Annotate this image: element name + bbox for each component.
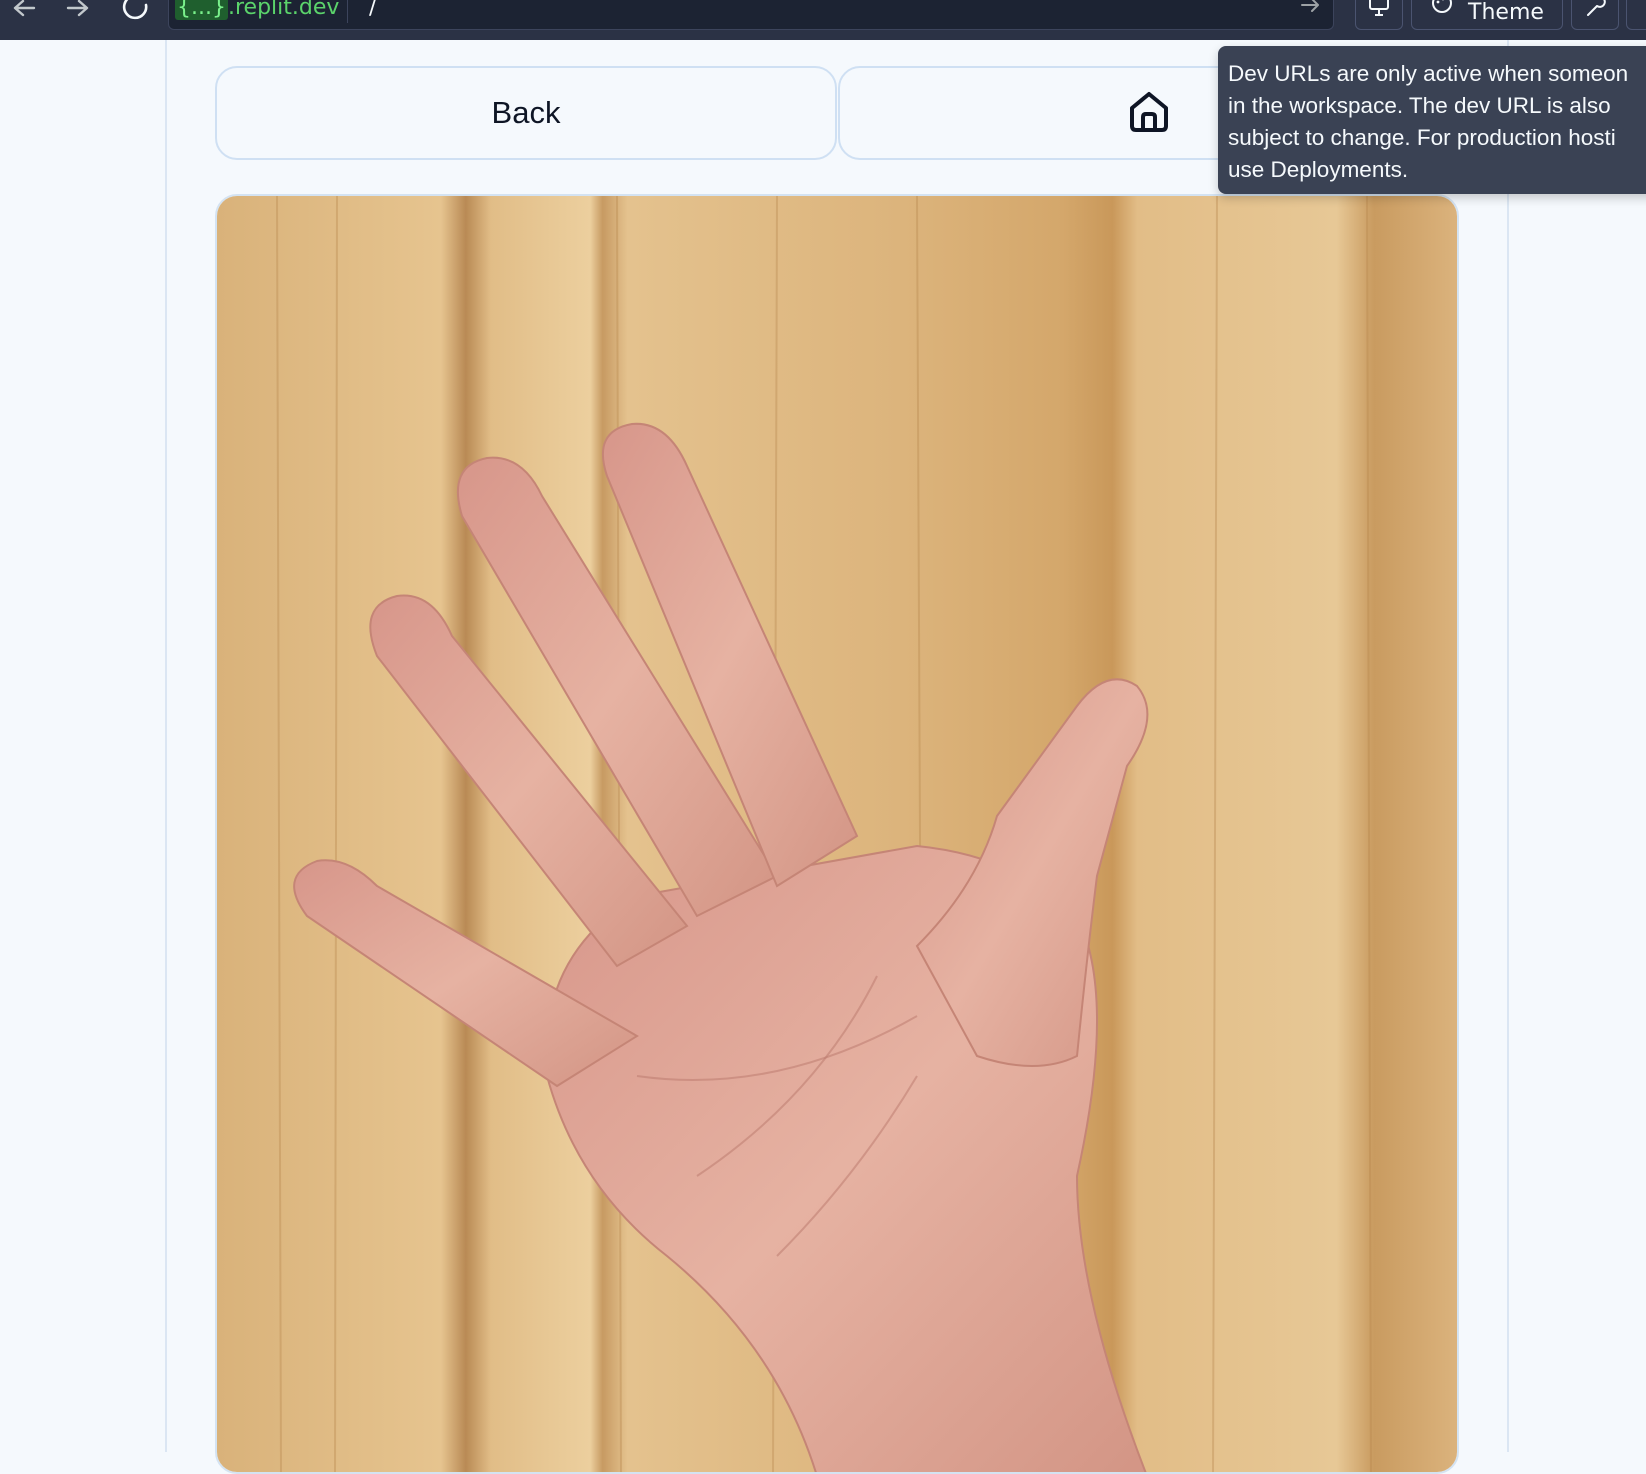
reload-icon[interactable] [118, 0, 154, 20]
home-icon [1127, 89, 1171, 137]
tools-button[interactable] [1571, 0, 1619, 30]
go-arrow-icon[interactable] [1299, 0, 1323, 19]
url-host: {...}.replit.dev [175, 0, 348, 23]
hand-photo [215, 194, 1459, 1474]
url-host-braces: {...} [175, 0, 228, 20]
forward-arrow-icon[interactable] [60, 0, 96, 20]
wrench-icon [1583, 0, 1607, 25]
devices-button[interactable] [1355, 0, 1403, 30]
url-bar[interactable]: {...}.replit.dev / [168, 0, 1334, 30]
back-button-label: Back [492, 95, 561, 131]
url-host-suffix: .replit.dev [228, 0, 339, 20]
back-button[interactable]: Back [215, 66, 837, 160]
back-arrow-icon[interactable] [6, 0, 42, 20]
extra-toolbar-button[interactable] [1626, 0, 1646, 30]
dev-url-tooltip: Dev URLs are only active when someon in … [1218, 46, 1646, 194]
palette-icon [1430, 0, 1454, 25]
theme-button[interactable]: Theme [1411, 0, 1563, 30]
theme-label: Theme [1468, 0, 1544, 25]
url-path[interactable]: / [369, 0, 376, 23]
monitor-icon [1367, 0, 1391, 25]
browser-toolbar: {...}.replit.dev / Theme [0, 0, 1646, 40]
